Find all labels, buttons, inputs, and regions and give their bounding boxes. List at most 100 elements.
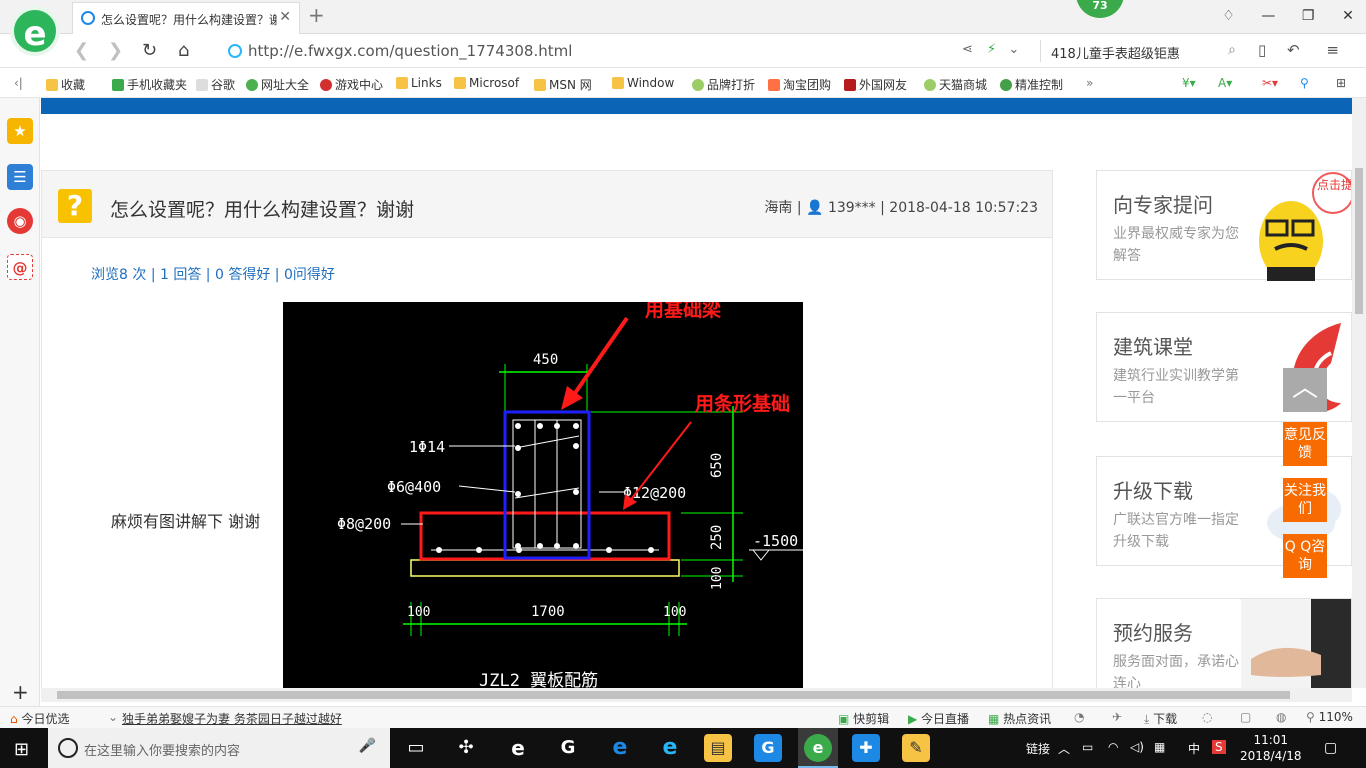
search-icon[interactable]: ⌕ (1228, 42, 1236, 58)
mail-icon[interactable]: @ (7, 254, 33, 280)
restore-button[interactable]: ❐ (1290, 0, 1326, 32)
keyboard-icon[interactable]: ▦ (1154, 740, 1165, 754)
weibo-icon[interactable]: ◉ (7, 208, 33, 234)
forward-icon[interactable]: ❯ (108, 40, 123, 61)
plus-app-icon[interactable]: ✚ (852, 734, 880, 762)
speed-gauge-icon[interactable]: ◔ (1074, 710, 1084, 724)
wifi-icon[interactable]: ◠ (1108, 740, 1118, 754)
bookmark-item[interactable]: MSN 网 (534, 76, 592, 93)
window-icon[interactable]: ▢ (1240, 710, 1251, 724)
back-to-top-button[interactable]: ︿ (1283, 368, 1327, 412)
feedback-button[interactable]: 意见反馈 (1283, 422, 1327, 466)
bookmark-item[interactable]: 游戏中心 (320, 76, 383, 93)
taskbar-search-field[interactable]: 在这里输入你要搜索的内容 🎤 (48, 728, 390, 768)
ad-appointment[interactable]: 预约服务 服务面对面，承诺心连心 (1096, 598, 1352, 688)
url-field[interactable]: http://e.fwxgx.com/question_1774308.html (224, 39, 954, 63)
vertical-scrollbar[interactable] (1352, 98, 1366, 688)
favorites-icon[interactable]: ★ (7, 118, 33, 144)
bookmark-item[interactable]: 品牌打折 (692, 76, 755, 93)
ie-browser-icon[interactable]: e (504, 734, 532, 762)
notes-app-icon[interactable]: ✎ (902, 734, 930, 762)
more-bookmarks-icon[interactable]: » (1086, 76, 1093, 90)
add-sidebar-icon[interactable]: + (12, 680, 29, 704)
dropdown-icon[interactable]: ⌄ (1008, 42, 1019, 57)
windows-start-icon[interactable]: ⊞ (14, 739, 29, 760)
notification-center-icon[interactable]: ▢ (1324, 740, 1337, 756)
bookmark-item[interactable]: Links (396, 76, 442, 90)
share-icon[interactable]: ⋖ (962, 42, 973, 57)
pinwheel-app-icon[interactable]: ✣ (452, 734, 480, 762)
good-answers-count[interactable]: 0 答得好 (215, 267, 270, 283)
edge-browser-icon[interactable]: e (606, 734, 634, 762)
bookmark-item[interactable]: Microsof (454, 76, 519, 90)
refresh-icon[interactable]: ↻ (142, 40, 157, 61)
sogou-ime-icon[interactable]: S (1212, 740, 1226, 754)
zoom-level[interactable]: ⚲ 110% (1306, 710, 1353, 724)
browser-logo-icon[interactable]: e (10, 6, 60, 56)
cad-drawing-image[interactable]: 450 1Φ14 Φ6@400 Φ8@200 Φ12@200 650 250 1… (283, 302, 803, 688)
bookmark-item[interactable]: 收藏 (46, 76, 85, 93)
bookmark-item[interactable]: 手机收藏夹 (112, 76, 187, 93)
bookmark-item[interactable]: 网址大全 (246, 76, 309, 93)
skin-icon[interactable]: ♢ (1211, 0, 1247, 32)
today-picks[interactable]: ⌂ 今日优选 (10, 710, 69, 727)
qq-consult-button[interactable]: Q Q咨询 (1283, 534, 1327, 578)
pin-icon[interactable]: ✈ (1112, 710, 1122, 724)
bookmark-item[interactable]: Window (612, 76, 674, 90)
zoom-icon[interactable]: ⚲ (1300, 76, 1309, 90)
hot-news-button[interactable]: ▦ 热点资讯 (988, 710, 1051, 727)
wallet-icon[interactable]: ¥▾ (1182, 76, 1196, 90)
bookmark-item[interactable]: 天猫商城 (924, 76, 987, 93)
apps-icon[interactable]: ⊞ (1336, 76, 1346, 90)
news-ticker[interactable]: 独手弟弟娶嫂子为妻 务茶园日子越过越好 (122, 710, 342, 727)
notification-badge[interactable]: 73 (1076, 0, 1124, 18)
ime-indicator[interactable]: 中 (1188, 740, 1200, 757)
live-button[interactable]: ▶ 今日直播 (908, 710, 969, 727)
mute-icon[interactable]: ◍ (1276, 710, 1286, 724)
bookmark-item[interactable]: 谷歌 (196, 76, 235, 93)
browser-taskbar-icon[interactable]: e (804, 734, 832, 762)
tray-links[interactable]: 链接 (1026, 740, 1050, 757)
scrollbar-thumb[interactable] (57, 691, 1290, 699)
mobile-icon[interactable]: ▯ (1258, 41, 1266, 59)
speed-icon[interactable]: ⚡ (987, 42, 996, 57)
horizontal-scrollbar[interactable] (41, 688, 1352, 702)
list-icon[interactable]: ☰ (7, 164, 33, 190)
menu-icon[interactable]: ≡ (1326, 41, 1339, 59)
quick-cut-button[interactable]: ▣ 快剪辑 (838, 710, 889, 727)
ad-expert[interactable]: 向专家提问 业界最权威专家为您解答 点击提问 (1096, 170, 1352, 281)
back-icon[interactable]: ❮ (74, 40, 89, 61)
tab-question[interactable]: 怎么设置呢？用什么构建设置？谢 ✕ (72, 2, 300, 34)
bookmark-item[interactable]: 淘宝团购 (768, 76, 831, 93)
scrollbar-thumb[interactable] (1355, 168, 1363, 314)
g-app-icon[interactable]: G (754, 734, 782, 762)
close-window-button[interactable]: ✕ (1330, 0, 1366, 32)
file-explorer-icon[interactable]: ▤ (704, 734, 732, 762)
bookmark-item[interactable]: 精准控制 (1000, 76, 1063, 93)
views-count[interactable]: 浏览8 次 (91, 267, 146, 283)
sidebar-toggle-icon[interactable]: ‹| (14, 76, 23, 90)
follow-us-button[interactable]: 关注我们 (1283, 478, 1327, 522)
search-field[interactable]: 418儿童手表超级钜惠 ⌕ (1040, 40, 1240, 62)
download-button[interactable]: ⤓ 下载 (1144, 710, 1177, 727)
undo-icon[interactable]: ↶ (1287, 41, 1300, 59)
microphone-icon[interactable]: 🎤 (359, 738, 376, 754)
tray-chevron-icon[interactable]: ︿ (1058, 740, 1070, 757)
battery-icon[interactable]: ▭ (1082, 740, 1093, 754)
translate-icon[interactable]: A▾ (1218, 76, 1232, 90)
minimize-button[interactable]: — (1250, 0, 1286, 32)
asked-good-count[interactable]: 0问得好 (284, 267, 335, 283)
volume-icon[interactable]: ◁) (1130, 740, 1144, 754)
bookmark-item[interactable]: 外国网友 (844, 76, 907, 93)
system-clock[interactable]: 11:01 2018/4/18 (1240, 732, 1302, 764)
internet-explorer-icon[interactable]: e (656, 734, 684, 762)
answers-count[interactable]: 1 回答 (160, 267, 201, 283)
chevron-down-icon[interactable]: ⌄ (108, 710, 118, 724)
home-icon[interactable]: ⌂ (178, 40, 189, 61)
task-view-icon[interactable]: ▭ (402, 734, 430, 762)
new-tab-button[interactable]: + (308, 3, 325, 27)
close-tab-icon[interactable]: ✕ (279, 9, 291, 25)
reload-icon[interactable]: ◌ (1202, 710, 1212, 724)
cut-icon[interactable]: ✂▾ (1262, 76, 1278, 90)
swirl-app-icon[interactable]: G (554, 734, 582, 762)
